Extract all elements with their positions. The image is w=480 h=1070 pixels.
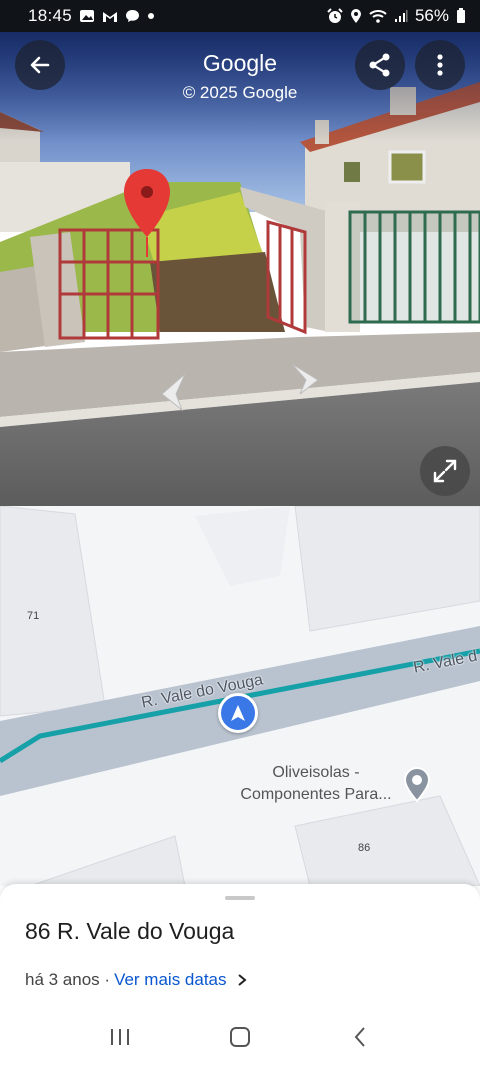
chevron-right-icon[interactable]: [237, 973, 247, 987]
street-view-copyright: © 2025 Google: [182, 83, 298, 102]
share-button[interactable]: [355, 40, 405, 90]
status-bar: 18:45 56%: [0, 0, 480, 32]
poi-name-line2: Componentes Para...: [240, 786, 392, 803]
dot-icon: [147, 12, 155, 20]
expand-icon: [433, 459, 457, 483]
gmail-icon: [102, 10, 118, 23]
chat-icon: [125, 9, 140, 23]
address-title: 86 R. Vale do Vouga: [25, 918, 235, 944]
battery-percent: 56%: [414, 6, 449, 25]
building-number-71: 71: [27, 610, 40, 622]
recent-apps-button[interactable]: [90, 1017, 150, 1057]
location-icon: [350, 8, 362, 24]
more-vert-icon: [437, 54, 443, 76]
gallery-icon: [79, 9, 95, 23]
more-dates-link[interactable]: Ver mais datas: [114, 970, 226, 990]
expand-button[interactable]: [420, 446, 470, 496]
home-icon: [230, 1027, 250, 1047]
date-row: há 3 anos · Ver mais datas: [25, 970, 247, 990]
more-options-button[interactable]: [415, 40, 465, 90]
signal-icon: [394, 9, 408, 23]
system-nav-bar: [0, 1004, 480, 1070]
capture-date-text: há 3 anos ·: [25, 970, 111, 989]
poi-name-line1: Oliveisolas -: [272, 764, 360, 781]
share-icon: [369, 53, 390, 77]
alarm-icon: [327, 8, 343, 24]
bottom-sheet[interactable]: 86 R. Vale do Vouga há 3 anos · Ver mais…: [0, 884, 480, 1004]
street-view-panorama[interactable]: Google © 2025 Google: [0, 32, 480, 506]
home-button[interactable]: [210, 1017, 270, 1057]
status-time: 18:45: [28, 6, 73, 25]
poi-label[interactable]: Oliveisolas - Componentes Para...: [226, 762, 406, 806]
navigation-arrow-icon: [231, 705, 245, 721]
building-number-86: 86: [358, 842, 371, 854]
battery-icon: [456, 8, 466, 24]
wifi-icon: [369, 9, 387, 23]
back-chevron-icon: [354, 1027, 365, 1047]
map-view[interactable]: 71 86 R. Vale do Vouga R. Vale d Oliveis…: [0, 506, 480, 886]
poi-pin-icon: [403, 767, 431, 803]
back-nav-button[interactable]: [330, 1017, 390, 1057]
poi-marker[interactable]: [402, 766, 432, 803]
location-arrow-marker: [218, 693, 258, 733]
street-view-title: Google: [202, 50, 278, 76]
recent-apps-icon: [111, 1029, 129, 1045]
sheet-drag-handle[interactable]: [225, 896, 255, 900]
